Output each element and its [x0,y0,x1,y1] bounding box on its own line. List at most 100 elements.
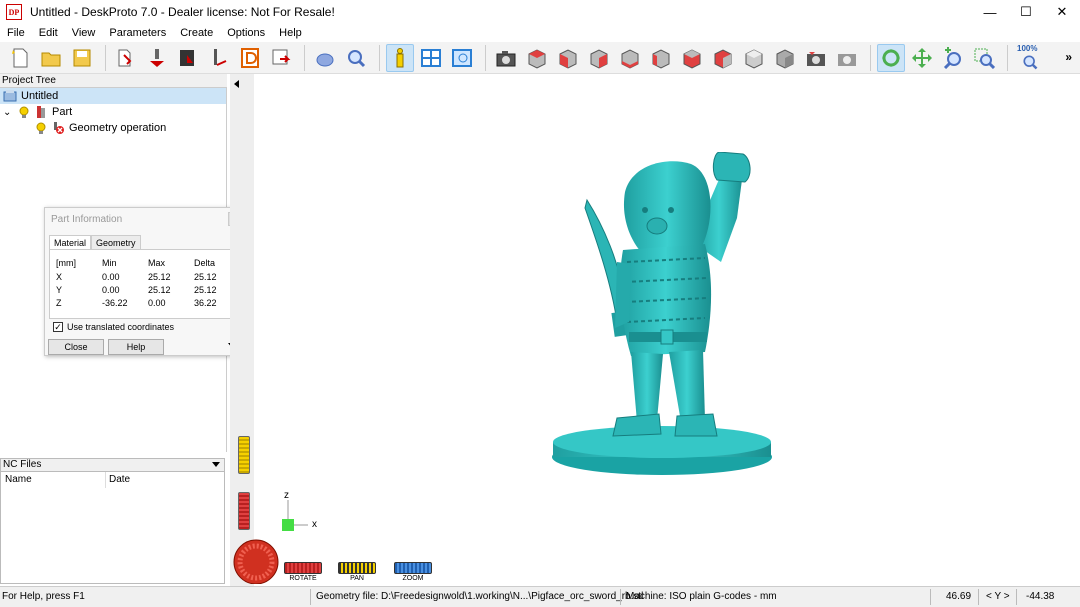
maximize-button[interactable]: ☐ [1008,0,1044,24]
export-button[interactable] [267,44,295,72]
nc-col-name[interactable]: Name [5,474,32,485]
view-bottom-button[interactable] [678,44,706,72]
view-left-button[interactable] [647,44,675,72]
tab-geometry[interactable]: Geometry [91,235,141,250]
view-iso-button[interactable] [709,44,737,72]
tab-material[interactable]: Material [49,235,92,250]
view-back-button[interactable] [616,44,644,72]
toolbar-overflow-button[interactable]: » [1065,50,1072,64]
3d-viewport[interactable]: ROTATE PAN ZOOM z x [230,74,1080,586]
menu-file[interactable]: File [0,27,32,39]
rotate-dial-vertical[interactable] [238,492,250,530]
nc-files-list[interactable]: Name Date [0,472,225,584]
pan-mode-button[interactable] [908,44,936,72]
pan-dial[interactable] [338,562,376,574]
operation-parameters-button[interactable] [143,44,171,72]
part-3d-model[interactable] [545,152,805,482]
status-geometry-file: Geometry file: D:\Freedesignwold\1.worki… [316,591,644,602]
folder-icon [41,52,61,66]
row-x-min: 0.00 [102,272,120,282]
axis-indicator [282,500,308,531]
menu-bar: File Edit View Parameters Create Options… [0,24,1080,42]
view-part-button[interactable] [311,44,339,72]
help-button[interactable]: Help [108,339,164,355]
tree-item-project[interactable]: Untitled [0,88,226,104]
nc-col-date[interactable]: Date [109,474,130,485]
row-x-delta: 25.12 [194,272,217,282]
close-dialog-button[interactable]: Close [48,339,104,355]
menu-create[interactable]: Create [173,27,220,39]
app-icon: DP [6,4,22,20]
row-x-max: 25.12 [148,272,171,282]
zoom-mode-button[interactable] [939,44,967,72]
view-shaded-button[interactable] [771,44,799,72]
lightbulb-icon[interactable] [34,121,48,135]
column-divider[interactable] [105,472,106,488]
close-button[interactable]: ✕ [1044,0,1080,24]
nc-files-header[interactable]: NC Files [0,458,225,472]
rotate-mode-button[interactable] [877,43,905,72]
status-bar: For Help, press F1 Geometry file: D:\Fre… [0,586,1080,607]
zoom-100-label: 100% [1017,43,1038,53]
zoom-window-button[interactable] [970,44,998,72]
view-top-button[interactable] [523,44,551,72]
zoom-window-icon [974,48,995,69]
toolbar: 100% » [0,42,1080,74]
bitmap-icon [180,49,194,66]
menu-view[interactable]: View [65,27,103,39]
camera-icon [496,50,516,66]
pan-icon [912,47,932,68]
part-parameters-button[interactable] [112,44,140,72]
zoom-dial-vertical[interactable] [238,436,250,474]
dropdown-arrow-icon[interactable] [212,462,220,467]
zoom-in-icon [943,46,961,69]
save-button[interactable] [68,44,96,72]
menu-edit[interactable]: Edit [32,27,65,39]
use-translated-coordinates-checkbox[interactable]: ✓ [53,322,63,332]
zoom-dial[interactable] [394,562,432,574]
rotate-dial[interactable] [284,562,322,574]
row-y-delta: 25.12 [194,285,217,295]
dimension-button[interactable] [236,44,264,72]
col-max: Max [148,258,166,268]
collapse-icon[interactable]: ⌄ [3,107,17,118]
new-project-button[interactable] [6,44,34,72]
cube-front-icon [559,48,577,69]
view-front-button[interactable] [554,44,582,72]
use-translated-coordinates-row[interactable]: ✓ Use translated coordinates [53,322,174,332]
tree-item-geometry-operation[interactable]: Geometry operation [34,120,166,136]
zoom-100-button[interactable]: 100% [1014,44,1046,72]
part-parameters-icon [118,49,132,66]
status-axis-selector[interactable]: < Y > [986,591,1010,602]
bitmap-parameters-button[interactable] [174,44,202,72]
part-info-button[interactable] [386,43,414,72]
camera-back-button[interactable] [802,44,830,72]
tool-parameters-button[interactable] [205,44,233,72]
cube-top-icon [528,48,546,69]
view-iso-gray-button[interactable] [740,44,768,72]
split-view-button[interactable] [417,44,445,72]
tool-icon [214,48,227,66]
toolbar-separator [105,44,106,71]
project-icon [3,90,17,102]
use-translated-coordinates-label: Use translated coordinates [67,322,175,332]
camera-next-button[interactable] [833,44,861,72]
inspect-button[interactable] [342,44,370,72]
minimize-button[interactable]: — [972,0,1008,24]
menu-parameters[interactable]: Parameters [102,27,173,39]
export-icon [272,49,291,64]
screen-view-button[interactable] [448,44,476,72]
collapse-left-icon[interactable] [234,80,239,88]
col-delta: Delta [194,258,216,268]
rotate-wheel-icon[interactable] [232,536,280,584]
menu-options[interactable]: Options [220,27,272,39]
camera-button[interactable] [492,44,520,72]
lightbulb-icon[interactable] [17,105,31,119]
row-z-delta: 36.22 [194,298,217,308]
open-button[interactable] [37,44,65,72]
tree-item-part[interactable]: ⌄ Part [0,104,72,120]
window-title: Untitled - DeskProto 7.0 - Dealer licens… [30,5,335,19]
view-right-button[interactable] [585,44,613,72]
menu-help[interactable]: Help [272,27,309,39]
cube-right-icon [590,48,608,69]
